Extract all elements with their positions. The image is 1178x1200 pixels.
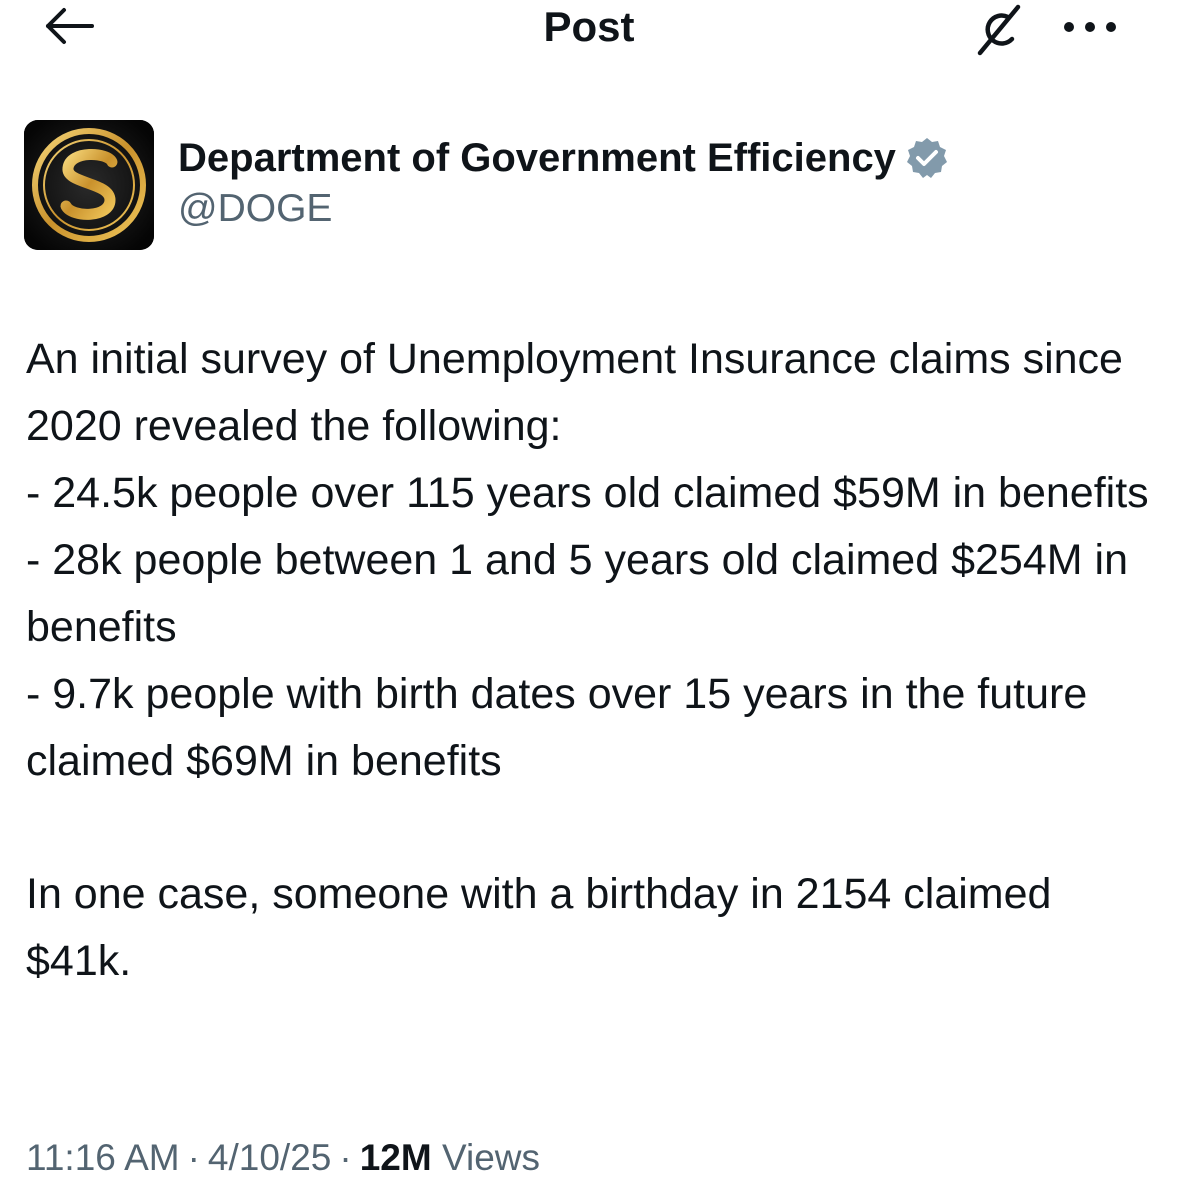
verified-badge-icon[interactable] [904, 135, 950, 181]
post-meta: 11:16 AM · 4/10/25 · 12M Views [26, 1134, 540, 1182]
gold-dollar-coin-icon [24, 120, 154, 250]
author-names: Department of Government Efficiency @DOG… [178, 132, 950, 232]
post-line-item-2: - 28k people between 1 and 5 years old c… [26, 536, 1140, 651]
author-handle[interactable]: @DOGE [178, 186, 950, 232]
back-button[interactable] [42, 4, 98, 48]
more-options-button[interactable] [1058, 12, 1122, 42]
author-display-name[interactable]: Department of Government Efficiency [178, 134, 896, 182]
more-horizontal-icon [1064, 22, 1116, 32]
post-time[interactable]: 11:16 AM [26, 1137, 180, 1178]
post-text: An initial survey of Unemployment Insura… [26, 326, 1156, 995]
post-author: Department of Government Efficiency @DOG… [24, 120, 1144, 252]
post-line-closing: In one case, someone with a birthday in … [26, 870, 1064, 985]
arrow-left-icon [46, 8, 94, 44]
post-line-item-3: - 9.7k people with birth dates over 15 y… [26, 670, 1100, 785]
grok-button[interactable] [972, 2, 1030, 58]
views-label: Views [441, 1137, 540, 1178]
meta-separator: · [187, 1137, 200, 1178]
top-bar: Post [0, 0, 1178, 60]
display-name-row: Department of Government Efficiency [178, 132, 950, 184]
post-line-intro: An initial survey of Unemployment Insura… [26, 335, 1135, 450]
avatar[interactable] [24, 120, 154, 250]
post-line-item-1: - 24.5k people over 115 years old claime… [26, 469, 1149, 517]
views-count[interactable]: 12M [360, 1137, 432, 1178]
meta-separator: · [339, 1137, 352, 1178]
grok-icon [977, 4, 1021, 56]
post-date[interactable]: 4/10/25 [208, 1137, 331, 1178]
